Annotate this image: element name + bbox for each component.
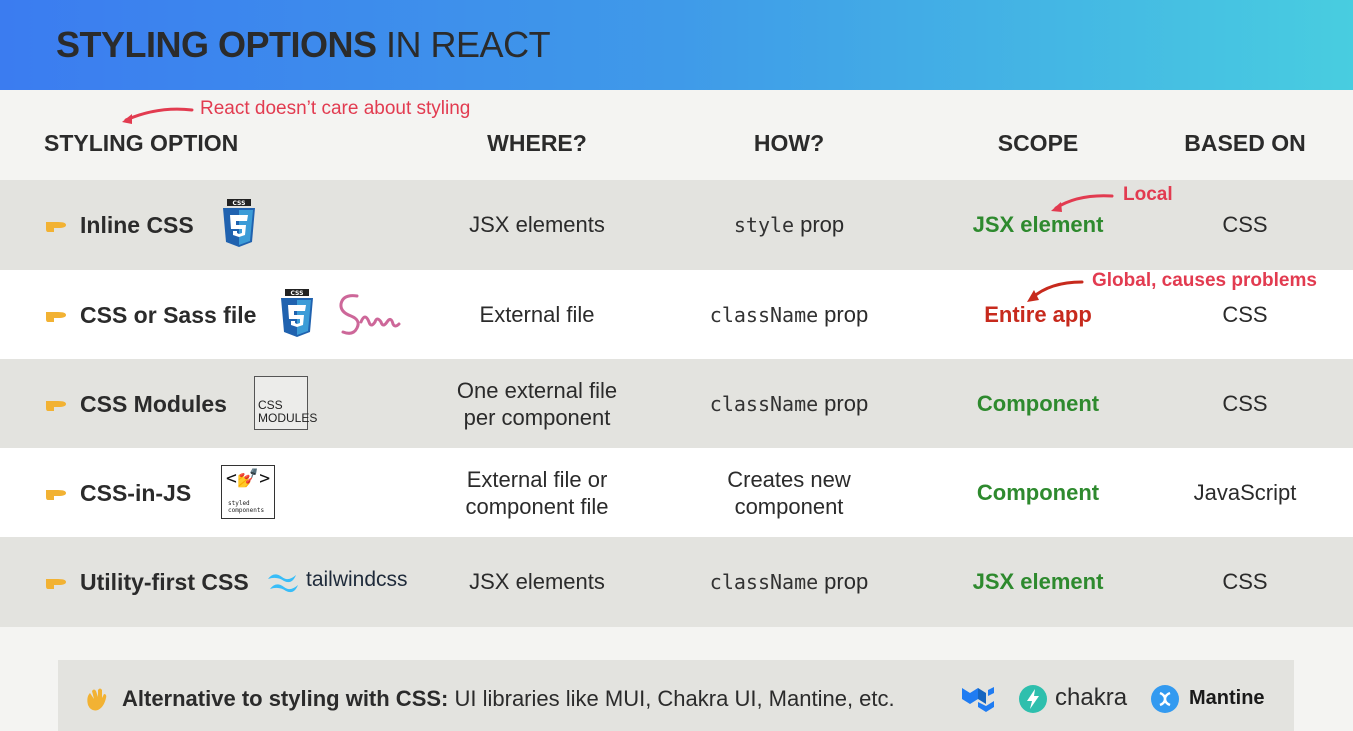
global-arrow-icon	[1027, 280, 1084, 302]
based-cell: JavaScript	[1193, 480, 1297, 505]
col-header-how: HOW?	[753, 130, 825, 156]
code-classname: className	[709, 391, 819, 416]
react-styling-note: React doesn’t care about styling	[200, 98, 471, 119]
option-cell: CSS-in-JS	[44, 448, 191, 538]
note-arrow-icon	[122, 107, 194, 124]
waving-hand-icon	[87, 688, 107, 711]
where-line1: External file or	[466, 466, 608, 492]
alternatives-lead: Alternative to styling with CSS:	[122, 686, 449, 711]
how-cell: className prop	[689, 359, 889, 449]
code-classname: className	[709, 302, 819, 327]
how-text: prop	[824, 302, 869, 328]
sc-logo-text2: components	[228, 507, 265, 514]
code-classname: className	[709, 569, 819, 594]
option-cell: CSS Modules	[44, 359, 227, 449]
css-modules-logo: CSS MODULES	[254, 376, 318, 430]
option-label: Utility-first CSS	[80, 568, 249, 595]
scope-cell: Component	[976, 480, 1100, 505]
col-header-where: WHERE?	[487, 130, 587, 156]
how-line2: component	[734, 494, 844, 519]
col-header-option: STYLING OPTION	[44, 130, 239, 156]
sass-logo	[339, 294, 401, 335]
pointing-hand-icon	[46, 222, 66, 232]
sc-logo-text1: styled	[228, 500, 250, 507]
tailwind-icon	[268, 574, 298, 593]
how-line1: Creates new	[727, 466, 851, 492]
option-cell: Inline CSS	[44, 180, 194, 270]
based-cell: CSS	[1222, 212, 1268, 237]
css3-icon: CSS	[223, 199, 255, 247]
option-label: CSS-in-JS	[80, 479, 192, 506]
how-text: prop	[824, 569, 869, 595]
how-text: prop	[800, 212, 845, 238]
table-row: CSS-in-JS <💅> styled components External …	[0, 448, 1353, 538]
title-light: IN REACT	[386, 24, 551, 65]
title-banner: STYLING OPTIONS IN REACT	[0, 0, 1353, 90]
where-cell: One external file per component	[437, 359, 637, 449]
css3-icon: CSS	[281, 289, 313, 337]
how-cell: Creates new component	[689, 448, 889, 538]
table-row: Utility-first CSS tailwindcss JSX elemen…	[0, 537, 1353, 627]
where-line2: component file	[465, 494, 609, 519]
where-cell: External file or component file	[437, 448, 637, 538]
code-brackets-icon: <💅>	[226, 468, 271, 489]
tailwind-wordmark: tailwindcss	[306, 568, 408, 591]
local-note: Local	[1123, 184, 1173, 205]
page-title: STYLING OPTIONS IN REACT	[56, 24, 551, 66]
css-modules-logo-text2: MODULES	[258, 411, 318, 425]
pointing-hand-icon	[46, 490, 66, 500]
how-cell: className prop	[689, 537, 889, 627]
alternatives-rest: UI libraries like MUI, Chakra UI, Mantin…	[454, 686, 895, 711]
where-cell: JSX elements	[469, 212, 605, 238]
alternatives-text: Alternative to styling with CSS: UI libr…	[122, 686, 895, 712]
mui-logo	[962, 687, 994, 712]
mantine-wordmark: Mantine	[1189, 687, 1265, 709]
option-label: CSS or Sass file	[80, 301, 257, 328]
pointing-hand-icon	[46, 401, 66, 411]
option-label: Inline CSS	[80, 211, 194, 238]
col-header-based: BASED ON	[1184, 130, 1306, 156]
scope-cell: JSX element	[972, 569, 1104, 594]
mantine-logo	[1151, 685, 1179, 713]
where-cell: External file	[479, 302, 595, 328]
based-cell: CSS	[1222, 391, 1268, 416]
styled-components-logo: <💅> styled components	[221, 465, 275, 519]
table-row: CSS Modules CSS MODULES One external fil…	[0, 359, 1353, 449]
chakra-logo	[1019, 685, 1047, 713]
how-cell: style prop	[689, 180, 889, 270]
how-text: prop	[824, 391, 869, 417]
svg-text:CSS: CSS	[233, 200, 246, 207]
where-line1: One external file	[456, 377, 618, 403]
where-cell: JSX elements	[469, 569, 605, 595]
pointing-hand-icon	[46, 312, 66, 322]
title-bold: STYLING OPTIONS	[56, 24, 377, 65]
global-note: Global, causes problems	[1092, 270, 1317, 291]
chakra-wordmark: chakra	[1055, 684, 1128, 711]
code-style: style	[733, 212, 795, 237]
pointing-hand-icon	[46, 579, 66, 589]
option-cell: CSS or Sass file	[44, 270, 256, 360]
based-cell: CSS	[1222, 569, 1268, 594]
scope-cell: Component	[976, 391, 1100, 416]
option-label: CSS Modules	[80, 390, 227, 417]
option-cell: Utility-first CSS	[44, 537, 249, 627]
how-cell: className prop	[689, 270, 889, 360]
where-line2: per component	[463, 405, 611, 430]
local-arrow-icon	[1051, 194, 1114, 212]
col-header-scope: SCOPE	[997, 130, 1079, 156]
svg-text:CSS: CSS	[291, 290, 304, 297]
